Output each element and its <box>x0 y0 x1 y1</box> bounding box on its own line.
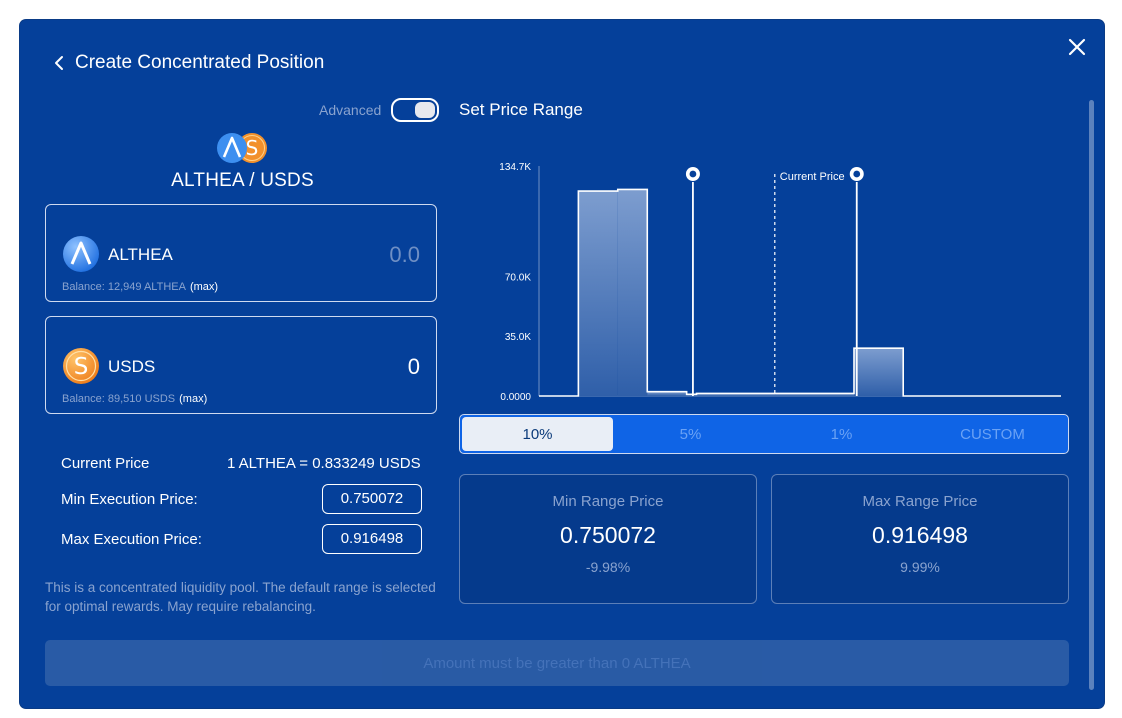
althea-icon <box>63 236 99 272</box>
y-tick-label: 35.0K <box>505 332 531 343</box>
min-range-label: Min Range Price <box>552 493 664 510</box>
liquidity-bar <box>853 348 904 396</box>
min-range-pct: -9.98% <box>585 559 631 575</box>
page-title: Create Concentrated Position <box>75 52 325 73</box>
tab-1pct[interactable]: 1% <box>766 415 917 453</box>
pair-title: ALTHEA / USDS <box>171 170 314 191</box>
max-exec-label: Max Execution Price: <box>61 531 202 548</box>
althea-amount-input[interactable] <box>268 241 422 269</box>
range-min-handle-center <box>689 170 697 178</box>
current-price-label: Current Price <box>780 171 845 183</box>
tab-5pct[interactable]: 5% <box>615 415 766 453</box>
create-position-modal: Create Concentrated Position Advanced S … <box>20 20 1104 708</box>
advanced-toggle-group: Advanced <box>319 98 440 122</box>
max-button[interactable]: (max) <box>190 281 218 293</box>
advanced-toggle[interactable] <box>391 98 440 122</box>
range-max-handle-center <box>853 170 861 178</box>
usds-amount-input[interactable] <box>268 353 422 381</box>
min-range-card: Min Range Price 0.750072 -9.98% <box>459 474 757 604</box>
range-tabs: 10% 5% 1% CUSTOM <box>459 414 1069 454</box>
tab-10pct[interactable]: 10% <box>462 417 613 451</box>
current-price-label: Current Price <box>61 455 150 472</box>
min-range-value: 0.750072 <box>560 522 656 548</box>
althea-icon <box>216 133 247 163</box>
token-symbol: USDS <box>108 357 156 376</box>
token-card-althea: ALTHEA Balance: 12,949 ALTHEA (max) <box>45 204 437 302</box>
y-tick-label: 134.7K <box>499 162 531 173</box>
max-range-value: 0.916498 <box>872 522 968 548</box>
pair-icons: S <box>214 132 272 166</box>
pool-note: This is a concentrated liquidity pool. T… <box>45 580 436 614</box>
max-exec-price-box[interactable]: 0.916498 <box>322 524 422 554</box>
svg-text:S: S <box>74 354 89 380</box>
liquidity-chart[interactable]: 0.000035.0K70.0K134.7K0.59370.67370.7537… <box>475 136 1075 402</box>
usds-icon: S <box>63 348 99 384</box>
token-card-usds: S USDS Balance: 89,510 USDS(max) <box>45 316 437 414</box>
current-price-value: 1 ALTHEA = 0.833249 USDS <box>227 455 421 472</box>
chevron-left-icon[interactable] <box>52 52 66 74</box>
y-tick-label: 0.0000 <box>500 392 531 402</box>
submit-button[interactable]: Amount must be greater than 0 ALTHEA <box>45 640 1069 686</box>
liquidity-bar <box>578 191 618 396</box>
max-range-pct: 9.99% <box>900 559 940 575</box>
min-exec-price-box[interactable]: 0.750072 <box>322 484 422 514</box>
max-range-card: Max Range Price 0.916498 9.99% <box>771 474 1069 604</box>
min-exec-label: Min Execution Price: <box>61 491 198 508</box>
balance-text: Balance: 12,949 ALTHEA <box>62 281 186 293</box>
pair-header: S ALTHEA / USDS <box>45 132 440 192</box>
advanced-label: Advanced <box>319 102 382 118</box>
close-icon[interactable] <box>1068 38 1086 56</box>
balance-text: Balance: 89,510 USDS <box>62 393 176 405</box>
token-symbol: ALTHEA <box>108 245 173 264</box>
liquidity-bar <box>617 189 648 396</box>
toggle-knob <box>415 102 436 118</box>
token-balance: Balance: 89,510 USDS (max) <box>62 393 207 405</box>
set-price-range-title: Set Price Range <box>459 100 583 119</box>
tab-custom[interactable]: CUSTOM <box>917 415 1068 453</box>
y-tick-label: 70.0K <box>505 272 531 283</box>
max-button[interactable]: (max) <box>179 393 207 405</box>
max-range-label: Max Range Price <box>862 493 978 510</box>
modal-header: Create Concentrated Position <box>52 52 324 74</box>
scrollbar[interactable] <box>1089 100 1094 690</box>
token-balance: Balance: 12,949 ALTHEA (max) <box>62 281 218 293</box>
